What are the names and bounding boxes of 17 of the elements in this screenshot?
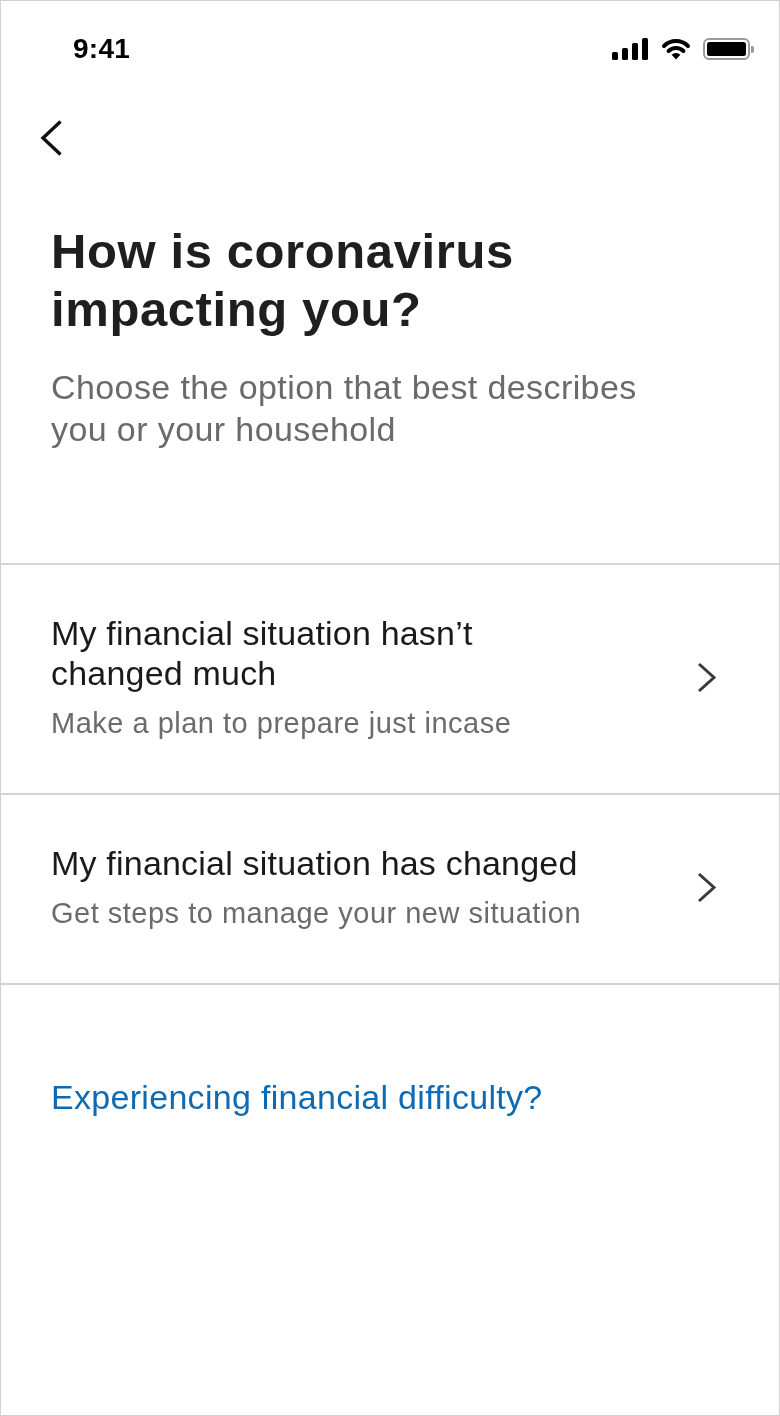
battery-icon xyxy=(703,37,754,60)
signal-icon xyxy=(612,37,649,60)
page-subtitle: Choose the option that best describes you or your household xyxy=(51,367,638,450)
back-button[interactable] xyxy=(40,120,63,156)
option-description: Get steps to manage your new situation xyxy=(51,896,582,931)
option-description: Make a plan to prepare just incase xyxy=(51,706,513,741)
help-link[interactable]: Experiencing financial difficulty? xyxy=(51,1078,543,1116)
option-row[interactable]: My financial situation hasn’t changed much Make a plan to prepare just incase xyxy=(1,565,779,795)
back-icon xyxy=(40,120,63,156)
page-title: How is coronavirus impacting you? xyxy=(51,223,515,338)
option-row[interactable]: My financial situation has changed Get steps to manage your new situation xyxy=(1,795,779,985)
status-time: 9:41 xyxy=(73,32,131,65)
chevron-right-icon xyxy=(697,871,717,903)
wifi-icon xyxy=(660,37,692,60)
option-title: My financial situation has changed xyxy=(51,843,579,883)
chevron-right-icon xyxy=(697,661,717,693)
option-title: My financial situation hasn’t changed much xyxy=(51,613,474,693)
